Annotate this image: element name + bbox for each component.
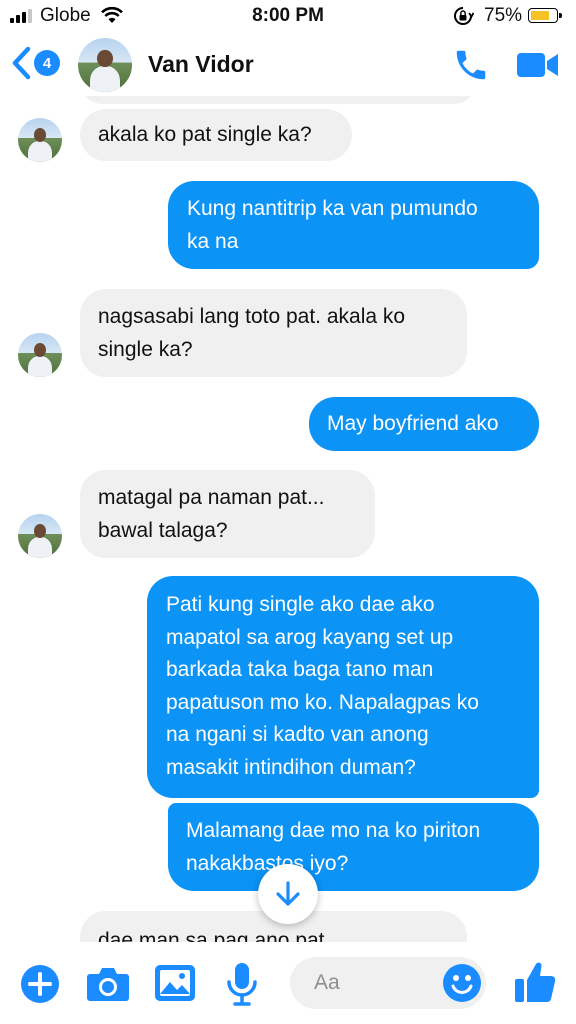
sender-avatar [18,333,62,377]
scroll-to-bottom-button[interactable] [258,864,318,924]
microphone-icon[interactable] [226,962,258,1006]
battery-icon [528,8,562,23]
status-bar: Globe 8:00 PM 75% [0,0,576,32]
unread-count-badge: 4 [34,50,60,76]
conversation-header: 4 Van Vidor [0,32,576,96]
gallery-icon[interactable] [154,964,196,1002]
contact-avatar[interactable] [78,38,132,92]
outgoing-message[interactable]: May boyfriend ako [309,397,539,451]
back-button[interactable]: 4 [10,46,60,80]
thumbs-up-icon[interactable] [514,960,556,1004]
phone-icon[interactable] [452,46,490,84]
chevron-left-icon [12,46,31,80]
plus-icon[interactable] [20,964,60,1004]
battery-percent: 75% [484,5,523,26]
outgoing-message[interactable]: Kung nantitrip ka van pumundo ka na [168,181,539,269]
emoji-icon[interactable] [442,963,482,1003]
sender-avatar [18,514,62,558]
incoming-message[interactable]: nagsasabi lang toto pat. akala ko single… [80,289,467,377]
composer-bar [0,942,576,1024]
orientation-lock-icon [454,7,474,25]
outgoing-message[interactable]: Pati kung single ako dae ako mapatol sa … [147,576,539,798]
incoming-message[interactable]: matagal pa naman pat... bawal talaga? [80,470,375,558]
outgoing-message[interactable]: Malamang dae mo na ko piriton nakakbasto… [168,803,539,891]
camera-icon[interactable] [86,965,130,1003]
sender-avatar [18,118,62,162]
video-camera-icon[interactable] [516,50,560,80]
incoming-message[interactable]: akala ko pat single ka? [80,109,352,161]
contact-name[interactable]: Van Vidor [148,51,254,78]
arrow-down-icon [276,881,300,906]
